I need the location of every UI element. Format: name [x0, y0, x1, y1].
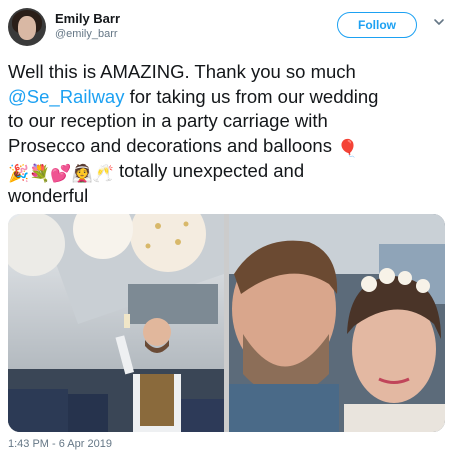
- tweet-line: to our reception in a party carriage wit…: [8, 109, 448, 134]
- tweet-timestamp[interactable]: 1:43 PM - 6 Apr 2019: [8, 438, 112, 450]
- tweet-text-segment: wonderful: [8, 184, 89, 206]
- tweet-line: @Se_Railway for taking us from our weddi…: [8, 85, 448, 110]
- photo-left[interactable]: [8, 214, 224, 432]
- tweet-line: Well this is AMAZING. Thank you so much: [8, 60, 448, 85]
- tweet-text-segment: Prosecco and decorations and balloons: [8, 134, 338, 156]
- avatar-face: [18, 16, 36, 40]
- tweet-line: 🎉💐💕👰🥂 totally unexpected and: [8, 159, 448, 184]
- author-handle[interactable]: @emily_barr: [55, 28, 118, 40]
- tweet-text-segment: totally unexpected and: [113, 159, 305, 181]
- tweet-header: Emily Barr @emily_barr Follow: [0, 0, 453, 56]
- chevron-down-icon[interactable]: [432, 15, 446, 29]
- tweet-text: Well this is AMAZING. Thank you so much …: [8, 60, 448, 208]
- tweet-text-segment: Well this is AMAZING. Thank you so much: [8, 61, 356, 82]
- tweet-text-segment: for taking us from our wedding: [124, 85, 379, 107]
- avatar[interactable]: [8, 8, 46, 46]
- tweet-line: Prosecco and decorations and balloons 🎈: [8, 134, 448, 159]
- media-grid: [8, 214, 445, 432]
- mention-link[interactable]: @Se_Railway: [8, 86, 124, 107]
- photo-right[interactable]: [229, 214, 445, 432]
- balloon-emoji: 🎈: [337, 138, 359, 158]
- emoji-row: 🎉💐💕👰🥂: [8, 163, 114, 183]
- tweet-line: wonderful: [8, 184, 448, 209]
- author-name[interactable]: Emily Barr: [55, 11, 120, 26]
- tweet-text-segment: to our reception in a party carriage wit…: [8, 110, 328, 131]
- follow-button[interactable]: Follow: [337, 12, 417, 38]
